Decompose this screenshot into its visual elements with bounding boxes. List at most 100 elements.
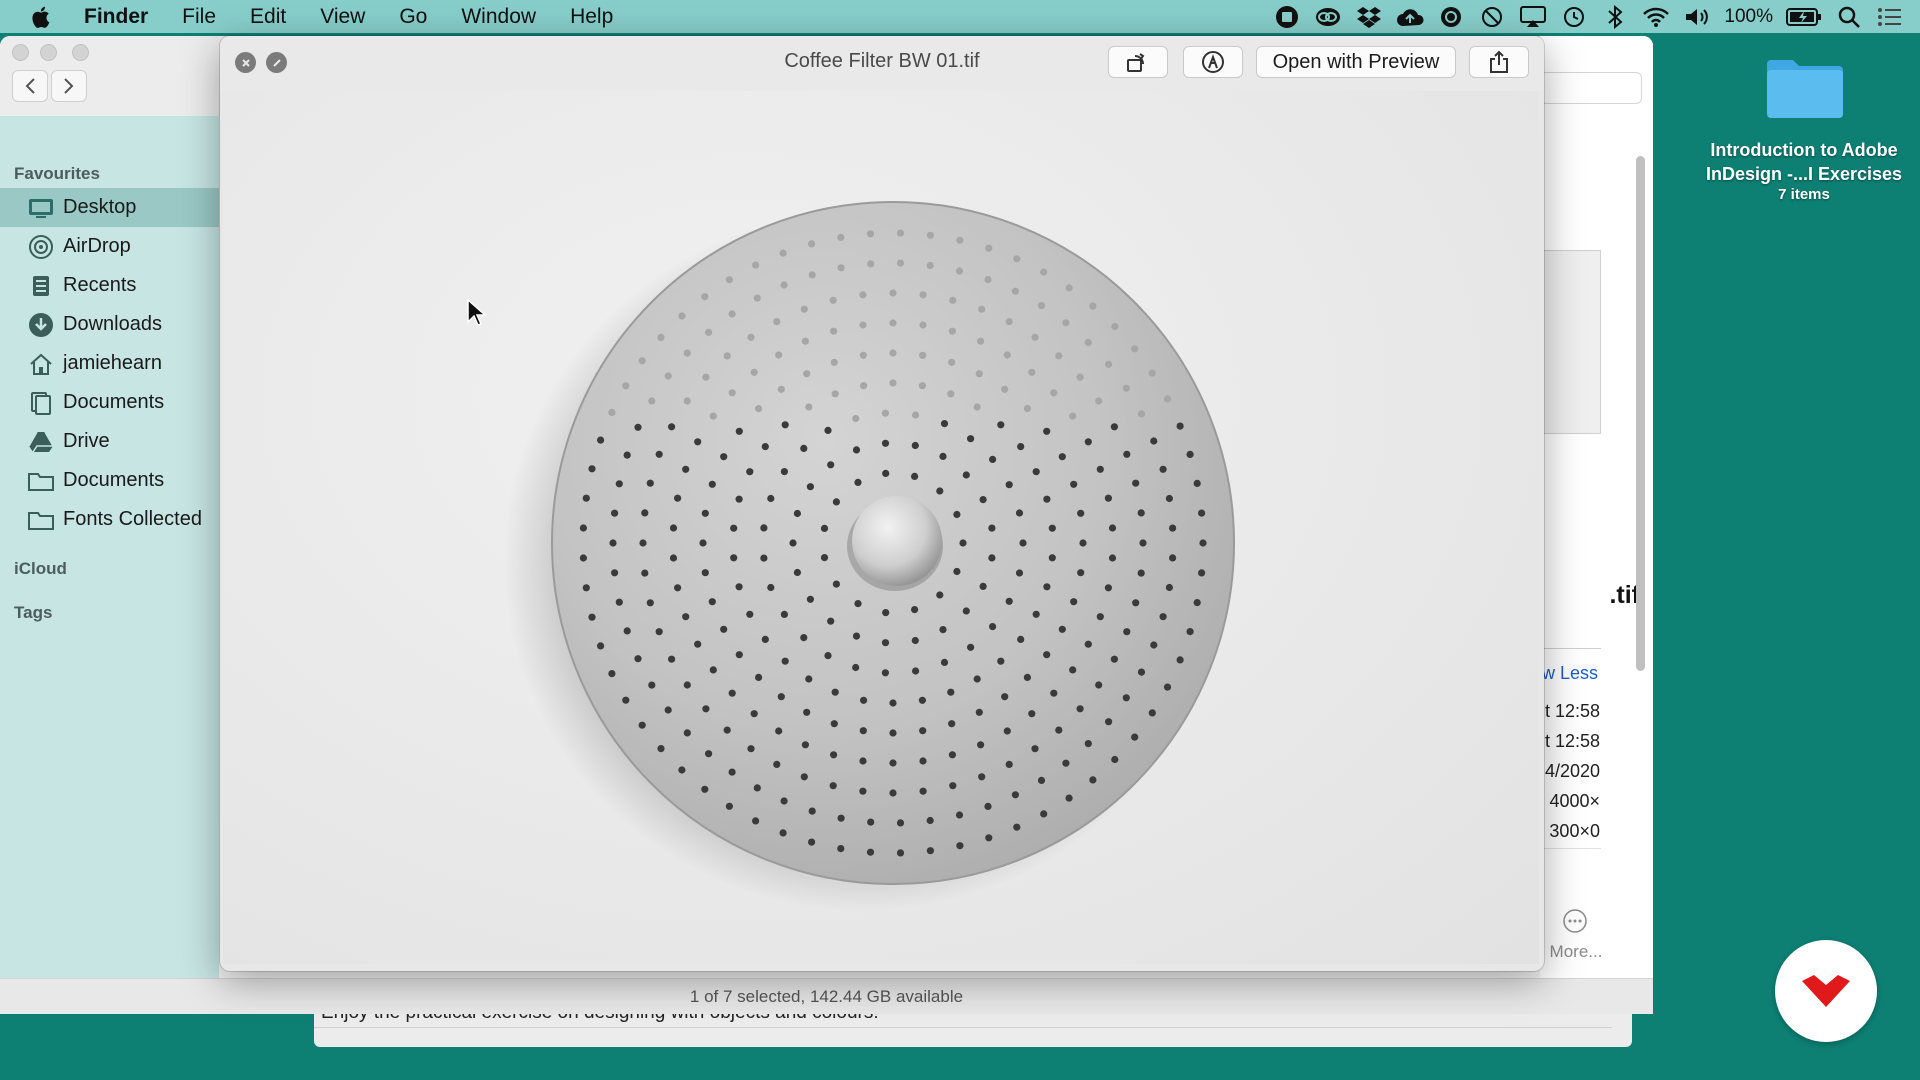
sidebar-item-downloads[interactable]: Downloads xyxy=(0,305,219,344)
battery-icon[interactable] xyxy=(1786,3,1822,31)
rotate-button[interactable] xyxy=(1108,46,1168,78)
filter-hole xyxy=(678,766,686,774)
filter-hole xyxy=(1137,569,1145,577)
back-button[interactable] xyxy=(12,70,48,102)
menu-go[interactable]: Go xyxy=(382,0,444,33)
filter-hole xyxy=(634,655,642,663)
filter-hole xyxy=(936,487,944,495)
time-machine-icon[interactable] xyxy=(1560,3,1588,31)
screen-record-icon[interactable] xyxy=(1273,3,1301,31)
vertical-scrollbar[interactable] xyxy=(1636,156,1645,671)
sidebar-item-fonts-collected[interactable]: Fonts Collected xyxy=(0,500,219,539)
filter-hole xyxy=(1089,302,1097,310)
filter-hole xyxy=(773,760,781,769)
filter-hole xyxy=(683,397,691,405)
sidebar-item-documents[interactable]: Documents xyxy=(0,383,219,422)
search-input[interactable] xyxy=(1540,72,1642,104)
drive-icon xyxy=(28,429,54,455)
sidebar-item-drive[interactable]: Drive xyxy=(0,422,219,461)
share-icon xyxy=(1490,50,1508,73)
tags-heading[interactable]: Tags xyxy=(0,598,219,628)
filter-hole xyxy=(753,294,761,302)
sidebar-item-label: Fonts Collected xyxy=(63,508,202,530)
filter-hole xyxy=(859,291,867,299)
fullscreen-button[interactable] xyxy=(266,52,287,73)
filter-hole xyxy=(1110,655,1118,663)
filter-hole xyxy=(859,321,867,329)
control-center-icon[interactable] xyxy=(1876,3,1904,31)
menu-edit[interactable]: Edit xyxy=(233,0,303,33)
close-button[interactable] xyxy=(235,52,256,73)
filter-hole xyxy=(694,640,702,648)
filter-hole xyxy=(1108,524,1117,532)
filter-hole xyxy=(781,657,789,665)
filter-hole xyxy=(1193,479,1201,487)
filter-hole xyxy=(1069,412,1077,420)
sidebar-item-airdrop[interactable]: AirDrop xyxy=(0,227,219,266)
filter-hole xyxy=(1148,369,1156,377)
filter-hole xyxy=(926,261,934,270)
desktop-folder-icon[interactable] xyxy=(1765,56,1845,120)
filter-hole xyxy=(1050,389,1058,397)
filter-hole xyxy=(837,814,845,822)
filter-hole xyxy=(746,610,754,618)
filter-hole xyxy=(1084,438,1092,446)
battery-percentage[interactable]: 100% xyxy=(1724,6,1773,28)
filter-hole xyxy=(793,509,802,518)
desktop-folder-label[interactable]: Introduction to Adobe InDesign -...I Exe… xyxy=(1694,138,1914,186)
filter-hole xyxy=(1005,318,1013,326)
filter-hole xyxy=(780,610,789,619)
brand-logo-icon xyxy=(1802,975,1850,1007)
do-not-disturb-icon[interactable] xyxy=(1478,3,1506,31)
show-less-link[interactable]: w Less xyxy=(1540,663,1598,684)
filter-hole xyxy=(911,606,919,614)
spotlight-icon[interactable] xyxy=(1835,3,1863,31)
filter-hole xyxy=(911,636,919,645)
icloud-heading[interactable]: iCloud xyxy=(0,554,219,584)
sidebar-item-home[interactable]: jamiehearn xyxy=(0,344,219,383)
filter-hole xyxy=(830,751,838,759)
wifi-icon[interactable] xyxy=(1642,3,1670,31)
airplay-icon[interactable] xyxy=(1519,3,1547,31)
brand-logo-badge[interactable] xyxy=(1775,940,1877,1042)
close-button[interactable] xyxy=(12,44,29,61)
apple-menu-icon[interactable] xyxy=(0,0,84,33)
filter-hole xyxy=(761,635,769,644)
menu-file[interactable]: File xyxy=(165,0,233,33)
creative-cloud-icon[interactable] xyxy=(1314,3,1342,31)
filter-hole xyxy=(674,584,682,592)
menu-view[interactable]: View xyxy=(303,0,382,33)
sidebar-item-documents-folder[interactable]: Documents xyxy=(0,461,219,500)
filter-hole xyxy=(728,768,736,776)
share-button[interactable] xyxy=(1469,46,1529,78)
menu-window[interactable]: Window xyxy=(444,0,553,33)
filter-hole xyxy=(1169,524,1177,532)
filter-hole xyxy=(753,784,761,792)
filter-hole xyxy=(777,693,785,701)
filter-hole xyxy=(1137,668,1146,676)
minimize-button[interactable] xyxy=(40,44,57,61)
filter-hole xyxy=(1131,345,1139,353)
filter-hole xyxy=(777,385,785,393)
filter-hole xyxy=(752,261,760,269)
filter-hole xyxy=(926,847,935,855)
bluetooth-icon[interactable] xyxy=(1601,3,1629,31)
more-button-label[interactable]: More... xyxy=(1540,942,1612,962)
menu-help[interactable]: Help xyxy=(553,0,630,33)
info-last-opened: 4/2020 xyxy=(1544,761,1600,781)
sidebar-item-desktop[interactable]: Desktop xyxy=(0,188,219,227)
dropbox-icon[interactable] xyxy=(1355,3,1383,31)
markup-button[interactable] xyxy=(1183,46,1243,78)
more-icon[interactable] xyxy=(1562,908,1588,934)
forward-button[interactable] xyxy=(51,70,87,102)
open-with-preview-button[interactable]: Open with Preview xyxy=(1256,46,1456,78)
menu-finder[interactable]: Finder xyxy=(84,0,165,33)
filter-hole xyxy=(1013,823,1021,831)
backup-cloud-icon[interactable] xyxy=(1396,3,1424,31)
sync-icon[interactable] xyxy=(1437,3,1465,31)
zoom-button[interactable] xyxy=(72,44,89,61)
filter-hole xyxy=(1070,480,1078,488)
filter-hole xyxy=(977,741,985,749)
volume-icon[interactable] xyxy=(1683,3,1711,31)
sidebar-item-recents[interactable]: Recents xyxy=(0,266,219,305)
